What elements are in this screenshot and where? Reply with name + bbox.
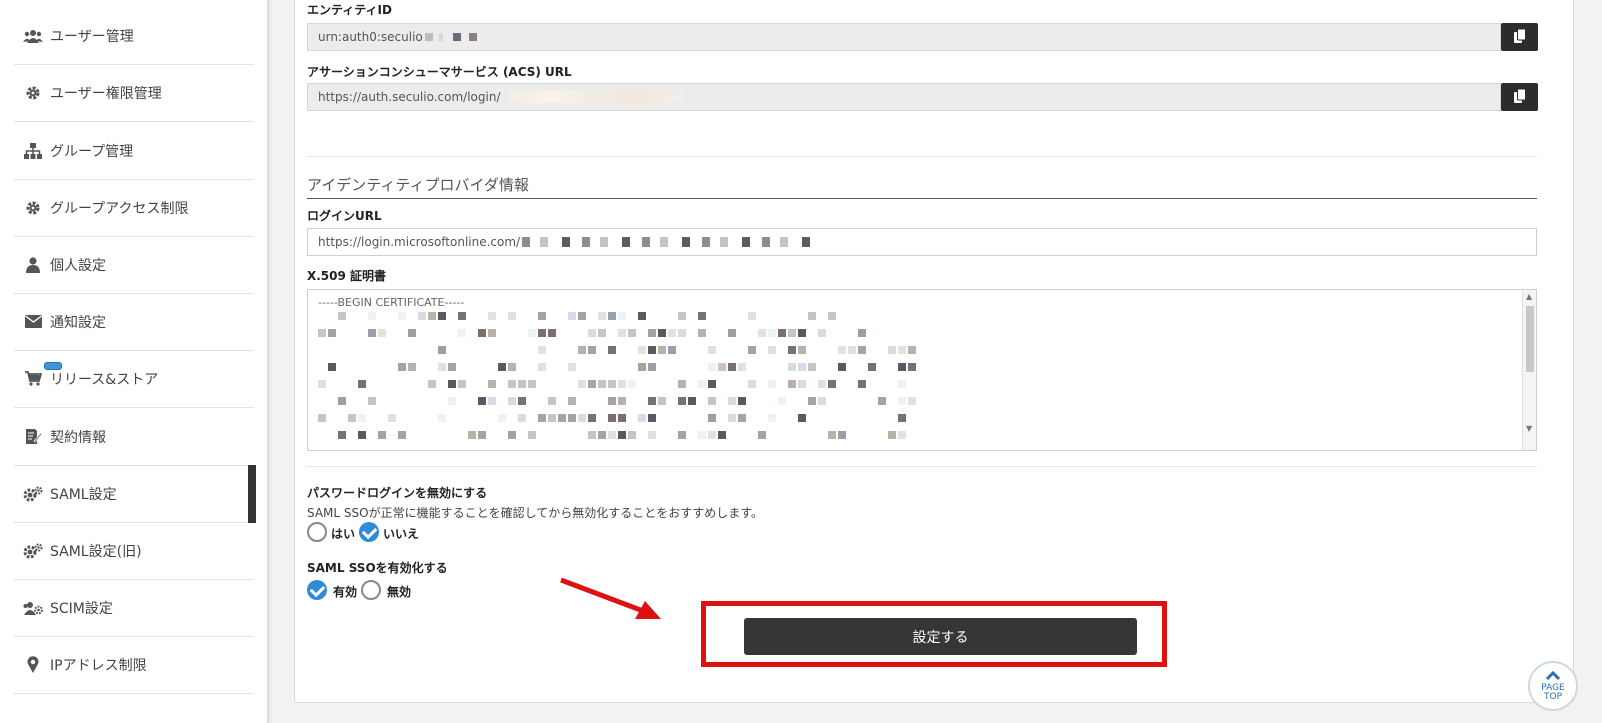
certificate-label: X.509 証明書 [307, 269, 387, 283]
sidebar-item-user-permission[interactable]: ユーザー権限管理 [14, 64, 254, 122]
sidebar-item-user-management[interactable]: ユーザー管理 [14, 7, 254, 65]
sidebar-item-label: ユーザー権限管理 [50, 85, 162, 102]
sidebar-item-label: SAML設定(旧) [50, 543, 142, 560]
sidebar-item-label: 個人設定 [50, 257, 106, 274]
sidebar-item-release-store[interactable]: リリース&ストア [14, 350, 254, 408]
sitemap-icon [22, 142, 44, 160]
sidebar-item-label: 通知設定 [50, 314, 106, 331]
main-content: エンティティID urn:auth0:seculio アサーションコンシューマサ… [268, 0, 1602, 723]
saml-settings-panel: エンティティID urn:auth0:seculio アサーションコンシューマサ… [294, 0, 1574, 703]
login-url-value: https://login.microsoftonline.com/ [318, 235, 521, 249]
sidebar: ユーザー管理 ユーザー権限管理 グループ管理 グループアクセス制限 個人設定 通… [0, 0, 268, 723]
sidebar-item-label: ユーザー管理 [50, 28, 134, 45]
sidebar-item-label: グループ管理 [50, 143, 134, 160]
password-login-help: SAML SSOが正常に機能することを確認してから無効化することをおすすめします… [307, 506, 764, 520]
page-top-line2: TOP [1543, 691, 1562, 702]
password-login-label: パスワードログインを無効にする [307, 486, 488, 500]
certificate-first-line: -----BEGIN CERTIFICATE----- [318, 296, 465, 309]
entity-id-label: エンティティID [307, 3, 392, 17]
gears-icon [22, 542, 44, 560]
sidebar-item-group-management[interactable]: グループ管理 [14, 122, 254, 180]
acs-url-field[interactable]: https://auth.seculio.com/login/ [307, 83, 1501, 111]
submit-settings-button[interactable]: 設定する [744, 618, 1137, 655]
sidebar-item-label: グループアクセス制限 [50, 200, 189, 217]
certificate-redacted-content [318, 312, 918, 448]
sidebar-item-scim-settings[interactable]: SCIM設定 [14, 579, 254, 637]
password-login-no-radio[interactable] [359, 522, 379, 542]
saml-sso-enabled-label[interactable]: 有効 [333, 583, 357, 600]
sidebar-item-contract[interactable]: 契約情報 [14, 408, 254, 466]
sidebar-item-label: リリース&ストア [50, 371, 159, 388]
page-top-button[interactable]: PAGE TOP [1528, 661, 1578, 711]
gears-icon [22, 485, 44, 503]
idp-section-title: アイデンティティプロバイダ情報 [307, 176, 529, 194]
contract-edit-icon [22, 428, 44, 446]
saml-sso-disabled-radio[interactable] [361, 580, 381, 600]
users-gear-icon [22, 599, 44, 617]
sidebar-item-label: IPアドレス制限 [50, 657, 147, 674]
sidebar-item-saml-settings[interactable]: SAML設定 [14, 465, 256, 523]
saml-sso-label: SAML SSOを有効化する [307, 561, 448, 575]
acs-url-value: https://auth.seculio.com/login/ [318, 90, 501, 104]
sidebar-item-label: SAML設定 [50, 486, 117, 503]
chevron-up-icon [1545, 670, 1561, 684]
entity-id-value: urn:auth0:seculio [318, 30, 423, 44]
login-url-label: ログインURL [307, 209, 382, 223]
scroll-down-icon: ▼ [1526, 424, 1533, 433]
sidebar-item-label: 契約情報 [50, 429, 106, 446]
map-pin-icon [22, 656, 44, 674]
password-login-yes-radio[interactable] [307, 522, 327, 542]
users-icon [22, 27, 44, 45]
new-badge-icon [44, 362, 62, 370]
saml-sso-enabled-radio[interactable] [307, 580, 327, 600]
copy-icon [1513, 88, 1526, 107]
copy-icon [1513, 28, 1526, 47]
cart-icon [22, 370, 44, 388]
annotation-arrow-icon [560, 577, 661, 619]
certificate-scrollbar[interactable]: ▲ ▼ [1522, 290, 1536, 450]
sidebar-item-label: SCIM設定 [50, 600, 113, 617]
sidebar-item-saml-settings-old[interactable]: SAML設定(旧) [14, 522, 254, 580]
copy-acs-url-button[interactable] [1501, 83, 1538, 111]
envelope-icon [22, 313, 44, 331]
sidebar-item-group-access[interactable]: グループアクセス制限 [14, 179, 254, 237]
saml-sso-disabled-label[interactable]: 無効 [387, 583, 411, 600]
gear-icon [22, 199, 44, 217]
entity-id-field[interactable]: urn:auth0:seculio [307, 23, 1501, 51]
certificate-textarea[interactable]: -----BEGIN CERTIFICATE----- ▲ ▼ [307, 289, 1537, 451]
login-url-input[interactable]: https://login.microsoftonline.com/ [307, 228, 1537, 256]
password-login-no-label[interactable]: いいえ [383, 525, 419, 542]
sidebar-item-personal-settings[interactable]: 個人設定 [14, 236, 254, 294]
scroll-thumb[interactable] [1526, 306, 1534, 372]
sidebar-item-notification[interactable]: 通知設定 [14, 293, 254, 351]
scroll-up-icon: ▲ [1526, 292, 1533, 301]
user-icon [22, 256, 44, 274]
acs-url-label: アサーションコンシューマサービス (ACS) URL [307, 65, 572, 79]
copy-entity-id-button[interactable] [1501, 23, 1538, 51]
password-login-yes-label[interactable]: はい [331, 525, 355, 542]
gear-icon [22, 84, 44, 102]
sidebar-item-ip-restriction[interactable]: IPアドレス制限 [14, 636, 254, 694]
